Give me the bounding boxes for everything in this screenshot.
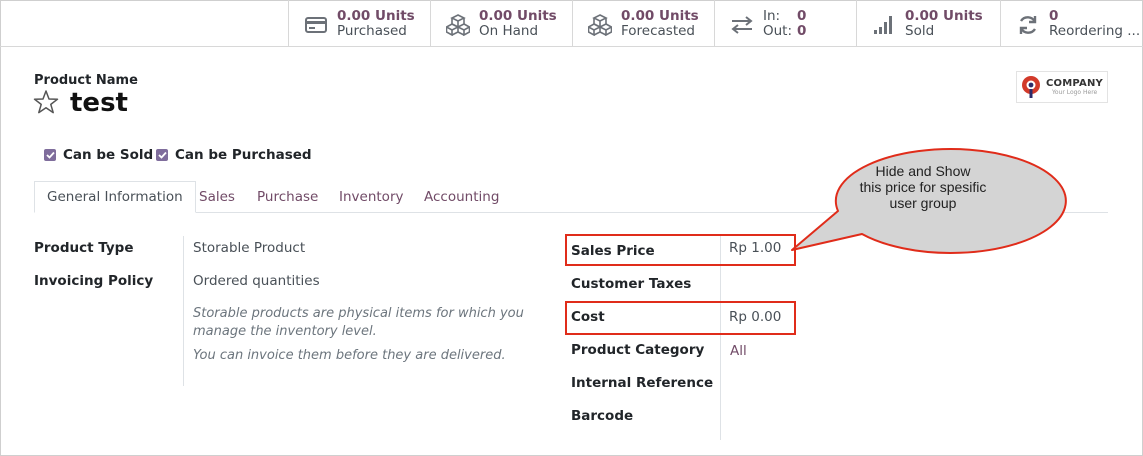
annotation-callout-bubble xyxy=(791,147,1067,254)
annotation-line3: user group xyxy=(889,195,957,211)
annotation-text: Hide and Show this price for spesific us… xyxy=(842,163,1004,211)
annotation-line2: this price for spesific xyxy=(859,179,987,195)
annotation-line1: Hide and Show xyxy=(875,163,971,179)
